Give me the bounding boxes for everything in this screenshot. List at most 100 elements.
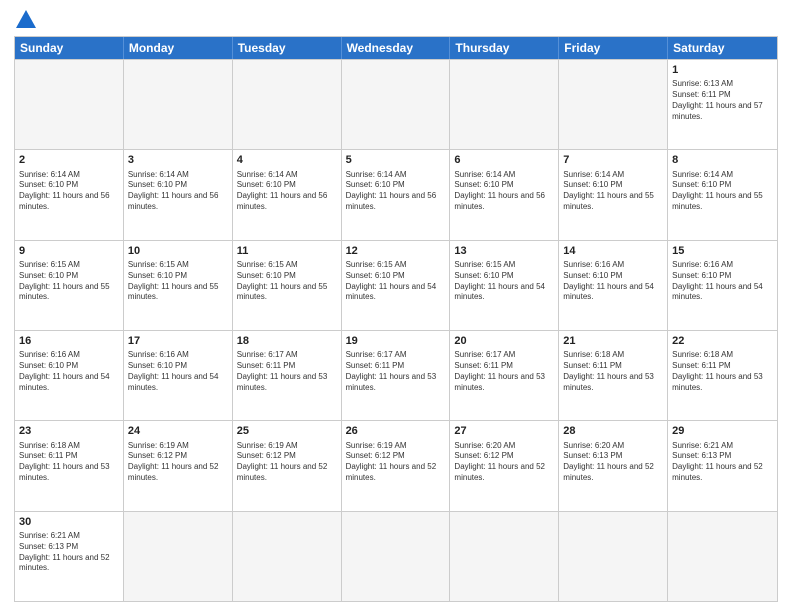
cell-sun-info: Sunrise: 6:13 AMSunset: 6:11 PMDaylight:… (672, 79, 773, 122)
table-row: 19Sunrise: 6:17 AMSunset: 6:11 PMDayligh… (342, 331, 451, 420)
table-row: 12 Sunrise: 6:15 AMSunset: 6:10 PMDayligh… (342, 241, 451, 330)
table-row (450, 60, 559, 149)
table-row: 9 Sunrise: 6:15 AMSunset: 6:10 PMDaylight… (15, 241, 124, 330)
cell-day-number: 13 (454, 244, 554, 258)
cell-day-number: 9 (19, 244, 119, 258)
table-row: 7Sunrise: 6:14 AMSunset: 6:10 PMDaylight… (559, 150, 668, 239)
cell-day-number: 3 (128, 153, 228, 167)
table-row: 6 Sunrise: 6:14 AMSunset: 6:10 PMDaylight… (450, 150, 559, 239)
cell-sun-info: Sunrise: 6:15 AMSunset: 6:10 PMDaylight:… (19, 260, 119, 303)
page: Sunday Monday Tuesday Wednesday Thursday… (0, 0, 792, 612)
table-row: 27Sunrise: 6:20 AMSunset: 6:12 PMDayligh… (450, 421, 559, 510)
table-row: 23Sunrise: 6:18 AMSunset: 6:11 PMDayligh… (15, 421, 124, 510)
table-row: 18 Sunrise: 6:17 AMSunset: 6:11 PMDayligh… (233, 331, 342, 420)
table-row (668, 512, 777, 601)
cell-day-number: 29 (672, 424, 773, 438)
cell-day-number: 17 (128, 334, 228, 348)
table-row: 30 Sunrise: 6:21 AMSunset: 6:13 PMDayligh… (15, 512, 124, 601)
cell-day-number: 26 (346, 424, 446, 438)
cell-sun-info: Sunrise: 6:18 AMSunset: 6:11 PMDaylight:… (672, 350, 773, 393)
table-row: 26Sunrise: 6:19 AMSunset: 6:12 PMDayligh… (342, 421, 451, 510)
cell-sun-info: Sunrise: 6:21 AMSunset: 6:13 PMDaylight:… (672, 441, 773, 484)
cell-day-number: 22 (672, 334, 773, 348)
cell-day-number: 11 (237, 244, 337, 258)
cell-sun-info: Sunrise: 6:14 AMSunset: 6:10 PMDaylight:… (563, 170, 663, 213)
cell-sun-info: Sunrise: 6:16 AMSunset: 6:10 PMDaylight:… (563, 260, 663, 303)
cell-sun-info: Sunrise: 6:19 AMSunset: 6:12 PMDaylight:… (128, 441, 228, 484)
week-2: 2Sunrise: 6:14 AMSunset: 6:10 PMDaylight… (15, 149, 777, 239)
calendar-header: Sunday Monday Tuesday Wednesday Thursday… (15, 37, 777, 59)
logo-text (14, 10, 36, 30)
table-row: 20 Sunrise: 6:17 AMSunset: 6:11 PMDayligh… (450, 331, 559, 420)
header-monday: Monday (124, 37, 233, 59)
table-row (450, 512, 559, 601)
cell-sun-info: Sunrise: 6:19 AMSunset: 6:12 PMDaylight:… (237, 441, 337, 484)
table-row (233, 512, 342, 601)
cell-sun-info: Sunrise: 6:16 AMSunset: 6:10 PMDaylight:… (672, 260, 773, 303)
cell-day-number: 20 (454, 334, 554, 348)
logo-icon (14, 10, 36, 30)
header-thursday: Thursday (450, 37, 559, 59)
table-row: 22 Sunrise: 6:18 AMSunset: 6:11 PMDayligh… (668, 331, 777, 420)
logo-triangle-icon (16, 10, 36, 28)
table-row: 8Sunrise: 6:14 AMSunset: 6:10 PMDaylight… (668, 150, 777, 239)
table-row: 16 Sunrise: 6:16 AMSunset: 6:10 PMDayligh… (15, 331, 124, 420)
table-row (15, 60, 124, 149)
cell-day-number: 18 (237, 334, 337, 348)
cell-day-number: 27 (454, 424, 554, 438)
table-row: 5Sunrise: 6:14 AMSunset: 6:10 PMDaylight… (342, 150, 451, 239)
cell-sun-info: Sunrise: 6:14 AMSunset: 6:10 PMDaylight:… (237, 170, 337, 213)
cell-sun-info: Sunrise: 6:15 AMSunset: 6:10 PMDaylight:… (237, 260, 337, 303)
cell-day-number: 28 (563, 424, 663, 438)
table-row: 29 Sunrise: 6:21 AMSunset: 6:13 PMDayligh… (668, 421, 777, 510)
header (14, 10, 778, 30)
table-row (559, 512, 668, 601)
table-row: 1Sunrise: 6:13 AMSunset: 6:11 PMDaylight… (668, 60, 777, 149)
cell-sun-info: Sunrise: 6:18 AMSunset: 6:11 PMDaylight:… (563, 350, 663, 393)
header-tuesday: Tuesday (233, 37, 342, 59)
cell-sun-info: Sunrise: 6:14 AMSunset: 6:10 PMDaylight:… (19, 170, 119, 213)
cell-day-number: 12 (346, 244, 446, 258)
table-row: 25 Sunrise: 6:19 AMSunset: 6:12 PMDayligh… (233, 421, 342, 510)
table-row: 4 Sunrise: 6:14 AMSunset: 6:10 PMDaylight… (233, 150, 342, 239)
cell-day-number: 15 (672, 244, 773, 258)
table-row: 14 Sunrise: 6:16 AMSunset: 6:10 PMDayligh… (559, 241, 668, 330)
table-row (342, 512, 451, 601)
header-wednesday: Wednesday (342, 37, 451, 59)
cell-sun-info: Sunrise: 6:14 AMSunset: 6:10 PMDaylight:… (454, 170, 554, 213)
cell-day-number: 14 (563, 244, 663, 258)
cell-day-number: 21 (563, 334, 663, 348)
cell-day-number: 16 (19, 334, 119, 348)
cell-day-number: 8 (672, 153, 773, 167)
table-row (124, 60, 233, 149)
table-row: 11 Sunrise: 6:15 AMSunset: 6:10 PMDayligh… (233, 241, 342, 330)
table-row: 2Sunrise: 6:14 AMSunset: 6:10 PMDaylight… (15, 150, 124, 239)
cell-sun-info: Sunrise: 6:21 AMSunset: 6:13 PMDaylight:… (19, 531, 119, 574)
table-row: 17 Sunrise: 6:16 AMSunset: 6:10 PMDayligh… (124, 331, 233, 420)
cell-sun-info: Sunrise: 6:16 AMSunset: 6:10 PMDaylight:… (128, 350, 228, 393)
week-1: 1Sunrise: 6:13 AMSunset: 6:11 PMDaylight… (15, 59, 777, 149)
week-6: 30 Sunrise: 6:21 AMSunset: 6:13 PMDayligh… (15, 511, 777, 601)
cell-day-number: 5 (346, 153, 446, 167)
table-row (124, 512, 233, 601)
cell-sun-info: Sunrise: 6:15 AMSunset: 6:10 PMDaylight:… (346, 260, 446, 303)
table-row: 15 Sunrise: 6:16 AMSunset: 6:10 PMDayligh… (668, 241, 777, 330)
cell-sun-info: Sunrise: 6:20 AMSunset: 6:13 PMDaylight:… (563, 441, 663, 484)
table-row (233, 60, 342, 149)
week-4: 16 Sunrise: 6:16 AMSunset: 6:10 PMDayligh… (15, 330, 777, 420)
table-row (342, 60, 451, 149)
table-row: 3 Sunrise: 6:14 AMSunset: 6:10 PMDaylight… (124, 150, 233, 239)
cell-day-number: 19 (346, 334, 446, 348)
cell-sun-info: Sunrise: 6:17 AMSunset: 6:11 PMDaylight:… (237, 350, 337, 393)
cell-day-number: 30 (19, 515, 119, 529)
week-5: 23Sunrise: 6:18 AMSunset: 6:11 PMDayligh… (15, 420, 777, 510)
cell-day-number: 6 (454, 153, 554, 167)
header-sunday: Sunday (15, 37, 124, 59)
calendar-body: 1Sunrise: 6:13 AMSunset: 6:11 PMDaylight… (15, 59, 777, 601)
cell-sun-info: Sunrise: 6:16 AMSunset: 6:10 PMDaylight:… (19, 350, 119, 393)
cell-sun-info: Sunrise: 6:15 AMSunset: 6:10 PMDaylight:… (128, 260, 228, 303)
cell-sun-info: Sunrise: 6:14 AMSunset: 6:10 PMDaylight:… (128, 170, 228, 213)
cell-day-number: 25 (237, 424, 337, 438)
cell-day-number: 4 (237, 153, 337, 167)
cell-sun-info: Sunrise: 6:17 AMSunset: 6:11 PMDaylight:… (454, 350, 554, 393)
